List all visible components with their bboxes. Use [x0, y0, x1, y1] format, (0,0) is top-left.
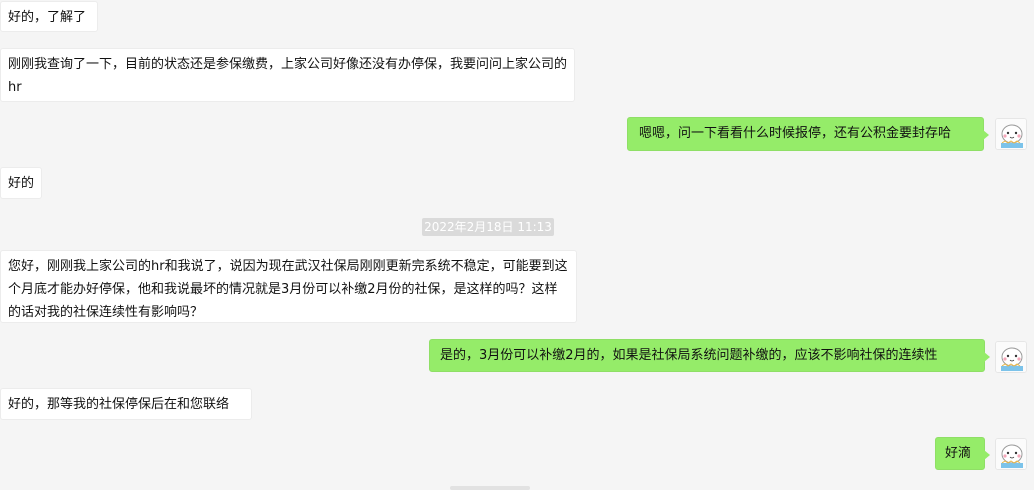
message-outgoing[interactable]: 嗯嗯，问一下看看什么时候报停，还有公积金要封存哈 — [627, 117, 989, 151]
message-incoming[interactable]: 好的 — [0, 167, 42, 199]
message-text: 刚刚我查询了一下，目前的状态还是参保缴费，上家公司好像还没有办停保，我要问问上家… — [8, 57, 568, 95]
message-incoming[interactable]: 好的，那等我的社保停保后在和您联络 — [0, 388, 252, 420]
message-text: 是的，3月份可以补缴2月的，如果是社保局系统问题补缴的，应该不影响社保的连续性 — [440, 348, 938, 363]
message-text: 您好，刚刚我上家公司的hr和我说了，说因为现在武汉社保局刚刚更新完系统不稳定，可… — [8, 259, 568, 320]
partial-message-hint — [450, 486, 530, 490]
message-incoming[interactable]: 您好，刚刚我上家公司的hr和我说了，说因为现在武汉社保局刚刚更新完系统不稳定，可… — [0, 250, 577, 323]
message-incoming[interactable]: 刚刚我查询了一下，目前的状态还是参保缴费，上家公司好像还没有办停保，我要问问上家… — [0, 48, 575, 102]
cartoon-avatar-icon — [996, 439, 1026, 469]
avatar[interactable] — [995, 438, 1027, 470]
timestamp: 2022年2月18日 11:13 — [422, 218, 554, 236]
message-outgoing[interactable]: 好滴 — [935, 437, 990, 470]
avatar[interactable] — [995, 118, 1027, 150]
message-text: 嗯嗯，问一下看看什么时候报停，还有公积金要封存哈 — [639, 126, 952, 141]
avatar[interactable] — [995, 341, 1027, 373]
cartoon-avatar-icon — [996, 342, 1026, 372]
message-text: 好滴 — [945, 446, 972, 461]
message-text: 好的 — [8, 176, 35, 191]
message-text: 好的，那等我的社保停保后在和您联络 — [8, 397, 230, 412]
chat-history: 好的，了解了 刚刚我查询了一下，目前的状态还是参保缴费，上家公司好像还没有办停保… — [0, 0, 1034, 490]
message-outgoing[interactable]: 是的，3月份可以补缴2月的，如果是社保局系统问题补缴的，应该不影响社保的连续性 — [429, 339, 990, 372]
message-text: 好的，了解了 — [8, 10, 87, 25]
message-incoming[interactable]: 好的，了解了 — [0, 1, 98, 32]
cartoon-avatar-icon — [996, 119, 1026, 149]
